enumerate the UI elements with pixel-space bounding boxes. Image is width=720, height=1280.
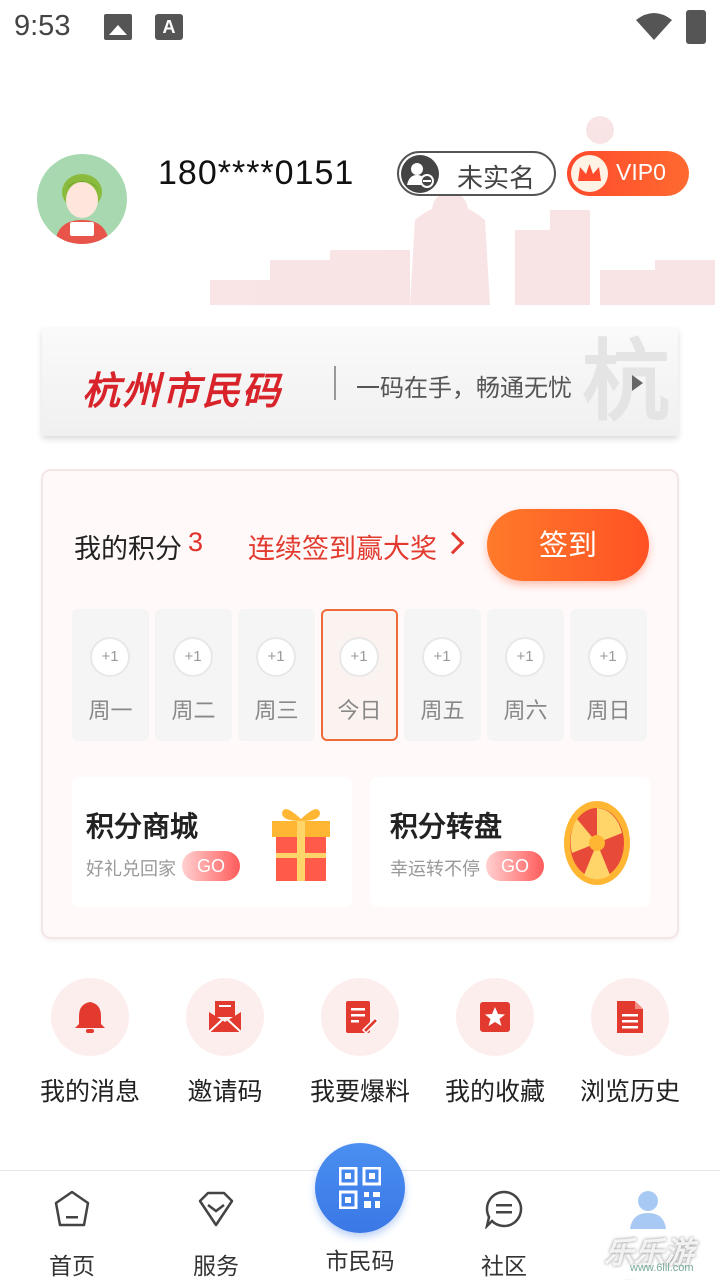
chat-bubble-icon [485,1190,523,1229]
diamond-icon [198,1191,234,1227]
day-cell-sat: +1 周六 [487,609,564,741]
user-phone: 180****0151 [158,154,355,192]
star-icon [480,1002,510,1032]
nav-home[interactable]: 首页 [0,1171,144,1280]
quick-action-circle [51,978,129,1056]
day-label: 今日 [337,699,382,724]
citizen-code-label: 市民码 [325,1249,395,1275]
quick-action-favorites[interactable]: 我的收藏 [427,978,563,1108]
nav-service[interactable]: 服务 [144,1171,288,1280]
quick-action-label: 我要爆料 [309,1077,410,1106]
day-cell-fri: +1 周五 [404,609,481,741]
city-skyline-illustration [210,116,715,305]
day-cell-sun: +1 周日 [570,609,647,741]
sign-promo-link[interactable]: 连续签到赢大奖 [248,527,437,566]
bonus-coin-icon: +1 [90,637,130,677]
avatar[interactable] [37,154,127,244]
bonus-coin-icon: +1 [339,637,379,677]
day-label: 周三 [254,699,299,724]
quick-action-invite-code[interactable]: 邀请码 [157,978,293,1108]
bell-icon [75,1002,105,1033]
day-cell-wed: +1 周三 [238,609,315,741]
points-mall-card[interactable]: 积分商城 好礼兑回家 GO [72,777,352,907]
status-bar: 9:53 A [0,0,720,56]
nav-community[interactable]: 社区 [432,1171,576,1280]
vip-badge[interactable]: VIP0 [567,151,689,196]
bonus-coin-icon: +1 [256,637,296,677]
watermark-url: www.6lll.com [630,1262,694,1274]
bonus-coin-icon: +1 [588,637,628,677]
status-time: 9:53 [14,10,71,42]
crown-icon [571,155,608,192]
sign-in-week: +1 周一 +1 周二 +1 周三 +1 今日 +1 周五 +1 周六 +1 周… [72,609,652,741]
image-notification-icon [104,14,132,40]
vip-label: VIP0 [616,159,666,185]
points-wheel-go-button[interactable]: GO [486,851,544,881]
day-label: 周六 [503,699,548,724]
bonus-coin-icon: +1 [422,637,462,677]
chevron-right-icon[interactable] [441,531,465,555]
quick-action-circle [321,978,399,1056]
quick-action-history[interactable]: 浏览历史 [562,978,698,1108]
points-mall-title: 积分商城 [86,810,199,843]
bonus-coin-icon: +1 [173,637,213,677]
points-mall-go-button[interactable]: GO [182,851,240,881]
banner-title: 杭州市民码 [82,369,283,413]
points-wheel-title: 积分转盘 [390,810,503,843]
edit-document-icon [346,1001,379,1035]
day-cell-today[interactable]: +1 今日 [321,609,398,741]
citizen-code-button[interactable] [315,1143,405,1233]
quick-action-circle [591,978,669,1056]
lucky-wheel-icon [564,801,630,885]
battery-icon [686,10,706,44]
quick-action-label: 我的消息 [39,1077,140,1106]
quick-action-circle [186,978,264,1056]
day-cell-tue: +1 周二 [155,609,232,741]
points-mall-subtitle: 好礼兑回家 [86,859,176,880]
sign-in-button[interactable]: 签到 [487,509,649,581]
qr-code-icon [339,1167,381,1209]
day-label: 周一 [88,699,133,724]
quick-action-report[interactable]: 我要爆料 [292,978,428,1108]
history-document-icon [617,1001,643,1033]
quick-action-label: 邀请码 [187,1077,263,1106]
points-wheel-subtitle: 幸运转不停 [390,859,480,880]
envelope-icon [208,1001,242,1033]
banner-divider [334,366,336,400]
user-icon [630,1191,666,1229]
citizen-code-banner[interactable]: 杭 杭州市民码 一码在手，畅通无忧 [42,328,678,436]
nav-label: 社区 [481,1254,527,1280]
home-icon [54,1190,90,1227]
points-card: 我的积分 3 连续签到赢大奖 签到 +1 周一 +1 周二 +1 周三 +1 今… [41,469,679,939]
banner-subtitle: 一码在手，畅通无忧 [356,374,572,402]
day-label: 周二 [171,699,216,724]
avatar-illustration [55,174,109,244]
user-minus-icon [401,155,439,193]
realname-verify-badge[interactable]: 未实名 [397,151,556,196]
points-value: 3 [188,527,204,557]
realname-label: 未实名 [457,164,536,194]
wifi-icon [636,13,672,40]
day-label: 周五 [420,699,465,724]
points-label: 我的积分 [74,534,182,565]
gift-box-icon [272,809,330,881]
day-cell-mon: +1 周一 [72,609,149,741]
banner-watermark-char: 杭 [582,330,671,433]
font-notification-icon: A [155,14,183,40]
bonus-coin-icon: +1 [505,637,545,677]
quick-action-messages[interactable]: 我的消息 [22,978,158,1108]
nav-label: 首页 [49,1254,95,1280]
quick-action-label: 我的收藏 [444,1077,545,1106]
points-wheel-card[interactable]: 积分转盘 幸运转不停 GO [370,777,650,907]
quick-action-circle [456,978,534,1056]
quick-action-label: 浏览历史 [579,1077,680,1106]
play-arrow-icon [632,375,643,391]
nav-label: 服务 [193,1254,239,1280]
day-label: 周日 [586,699,631,724]
